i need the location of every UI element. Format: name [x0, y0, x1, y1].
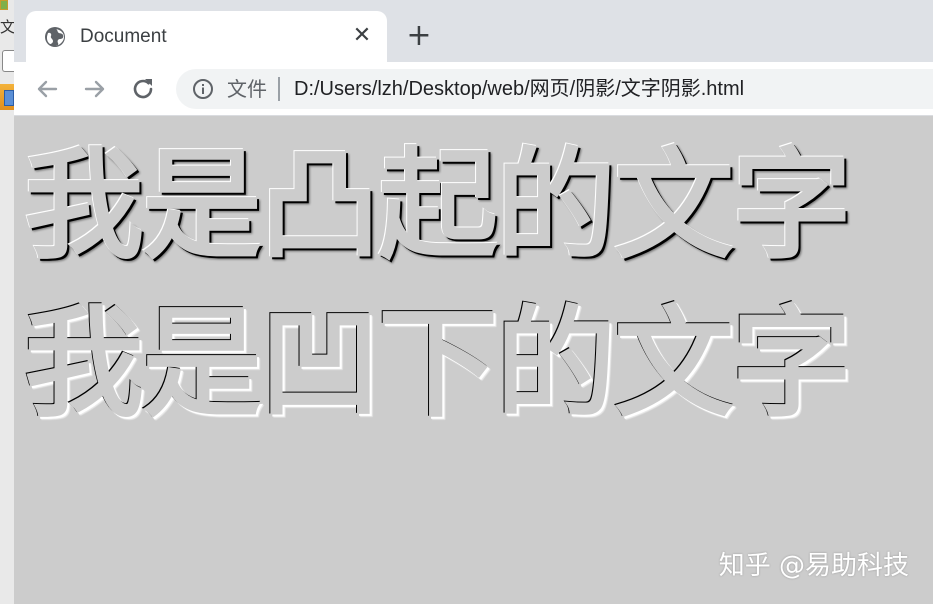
close-icon[interactable]: ✕	[350, 24, 374, 48]
globe-icon	[44, 26, 66, 48]
partial-text: 文	[0, 18, 15, 36]
partial-toolbar-icon	[4, 90, 14, 106]
toolbar: 文件 D:/Users/lzh/Desktop/web/网页/阴影/文字阴影.h…	[14, 62, 933, 116]
app-icon	[0, 0, 8, 10]
reload-icon[interactable]	[128, 74, 158, 104]
raised-text: 我是凸起的文字	[24, 137, 852, 276]
arrow-left-icon[interactable]	[32, 74, 62, 104]
address-divider	[278, 77, 280, 101]
sunken-text: 我是凹下的文字	[24, 295, 852, 434]
tab-title: Document	[80, 26, 167, 47]
info-icon[interactable]	[192, 78, 214, 100]
background-window-edge: 文	[0, 0, 15, 604]
watermark: 知乎 @易助科技	[718, 551, 909, 581]
address-bar[interactable]: 文件 D:/Users/lzh/Desktop/web/网页/阴影/文字阴影.h…	[176, 69, 933, 109]
new-tab-button[interactable]: +	[404, 21, 434, 51]
tab-strip: Document ✕ +	[14, 0, 933, 62]
tab-document[interactable]: Document ✕	[26, 11, 387, 62]
page-content: 我是凸起的文字 我是凹下的文字 知乎 @易助科技	[14, 117, 933, 604]
partial-input	[2, 50, 14, 72]
scheme-label: 文件	[227, 77, 267, 101]
arrow-right-icon[interactable]	[80, 74, 110, 104]
browser-window: Document ✕ + 文件 D:/Users/lzh/Desktop/web…	[14, 0, 933, 604]
url-text[interactable]: D:/Users/lzh/Desktop/web/网页/阴影/文字阴影.html	[294, 76, 744, 102]
